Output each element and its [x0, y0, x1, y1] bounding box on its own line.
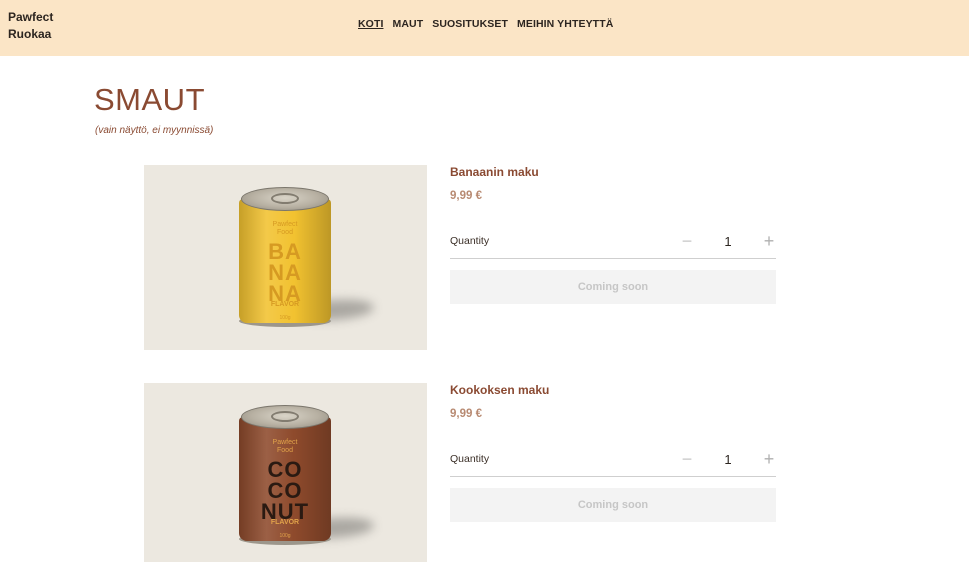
product-price: 9,99 € — [450, 408, 482, 420]
can-flavor-name: CO CO NUT — [239, 457, 331, 523]
can-brand: Pawfect Food — [239, 439, 331, 455]
quantity-label: Quantity — [450, 453, 490, 465]
can-flavor-word: FLAVOR — [270, 519, 300, 526]
divider — [450, 258, 776, 259]
plus-icon[interactable]: + — [762, 450, 776, 468]
quantity-stepper: − 1 + — [680, 231, 776, 253]
can-flavor-word: FLAVOR — [270, 301, 300, 308]
can-brand-line-2: Food — [277, 229, 293, 236]
product-image-banana[interactable]: Pawfect Food BA NA NA FLAVOR 100g — [144, 165, 427, 350]
logo-line-2: Ruokaa — [8, 27, 52, 41]
nav-item-meihin-yhteytta[interactable]: MEIHIN YHTEYTTÄ — [517, 18, 613, 30]
can-big-line-1: CO — [267, 457, 303, 482]
nav-item-koti[interactable]: KOTI — [358, 18, 383, 30]
quantity-stepper: − 1 + — [680, 449, 776, 471]
page-subtitle: (vain näyttö, ei myynnissä) — [95, 125, 214, 136]
can-banana: Pawfect Food BA NA NA FLAVOR 100g — [239, 185, 331, 327]
can-weight: 100g — [279, 533, 291, 539]
plus-icon[interactable]: + — [762, 232, 776, 250]
quantity-label: Quantity — [450, 235, 490, 247]
product-name[interactable]: Banaanin maku — [450, 165, 539, 179]
product-price: 9,99 € — [450, 190, 482, 202]
minus-icon[interactable]: − — [680, 232, 694, 250]
product-image-coconut[interactable]: Pawfect Food CO CO NUT FLAVOR 100g — [144, 383, 427, 562]
product-card-banana: Pawfect Food BA NA NA FLAVOR 100g Banaan… — [144, 165, 776, 350]
can-brand-line-1: Pawfect — [272, 439, 298, 446]
can-flavor-name: BA NA NA — [239, 239, 331, 305]
can-brand-line-2: Food — [277, 447, 293, 454]
can-weight: 100g — [279, 315, 291, 321]
can-brand-line-1: Pawfect — [272, 221, 298, 228]
site-logo[interactable]: Pawfect Ruokaa — [8, 9, 53, 43]
can-coconut: Pawfect Food CO CO NUT FLAVOR 100g — [239, 403, 331, 545]
coming-soon-button[interactable]: Coming soon — [450, 270, 776, 304]
can-big-line-2: CO — [267, 478, 303, 503]
site-header: Pawfect Ruokaa KOTI MAUT SUOSITUKSET MEI… — [0, 0, 969, 56]
quantity-value[interactable]: 1 — [720, 452, 736, 467]
nav-item-maut[interactable]: MAUT — [392, 18, 423, 30]
can-big-line-2: NA — [268, 260, 302, 285]
can-pull-tab — [271, 411, 299, 422]
divider — [450, 476, 776, 477]
can-brand: Pawfect Food — [239, 221, 331, 237]
nav-item-suositukset[interactable]: SUOSITUKSET — [432, 18, 508, 30]
logo-line-1: Pawfect — [8, 10, 54, 24]
product-name[interactable]: Kookoksen maku — [450, 383, 549, 397]
minus-icon[interactable]: − — [680, 450, 694, 468]
product-card-coconut: Pawfect Food CO CO NUT FLAVOR 100g Kooko… — [144, 383, 776, 562]
can-pull-tab — [271, 193, 299, 204]
coming-soon-button[interactable]: Coming soon — [450, 488, 776, 522]
can-big-line-1: BA — [268, 239, 302, 264]
page-title: SMAUT — [94, 82, 205, 117]
main-nav: KOTI MAUT SUOSITUKSET MEIHIN YHTEYTTÄ — [358, 18, 622, 30]
quantity-value[interactable]: 1 — [720, 234, 736, 249]
